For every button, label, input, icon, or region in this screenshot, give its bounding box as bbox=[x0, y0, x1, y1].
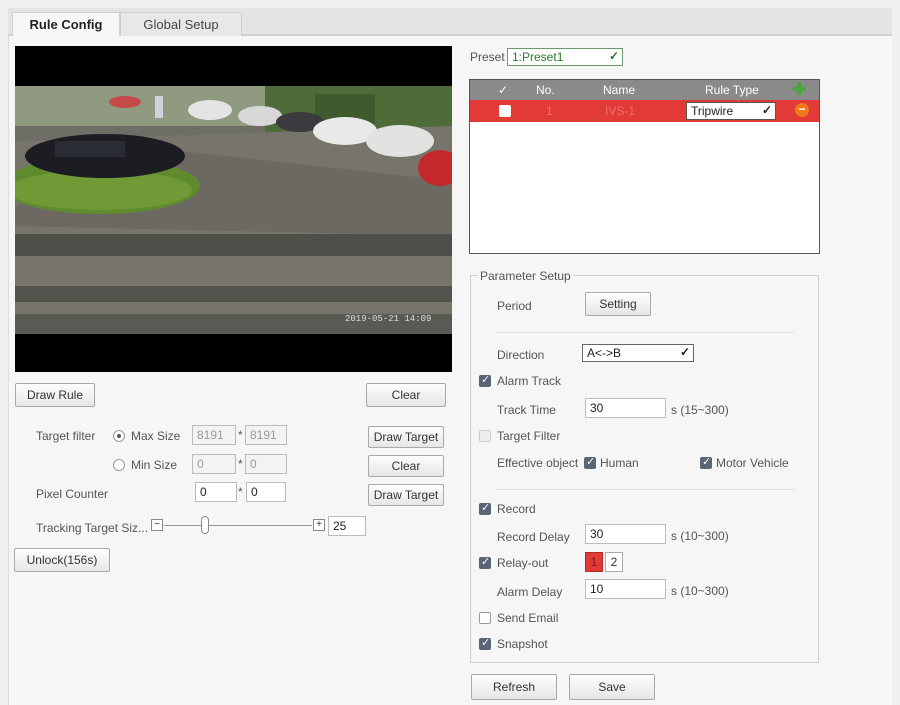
times-sign: * bbox=[238, 485, 243, 499]
max-size-radio[interactable] bbox=[113, 430, 125, 442]
track-time-label: Track Time bbox=[497, 403, 556, 417]
times-sign: * bbox=[238, 457, 243, 471]
header-check: ✓ bbox=[498, 83, 509, 97]
track-time-range: s (15~300) bbox=[671, 403, 729, 417]
period-label: Period bbox=[497, 299, 532, 313]
record-delay-range: s (10~300) bbox=[671, 529, 729, 543]
tracking-slider-thumb[interactable] bbox=[201, 516, 210, 534]
draw-target-pixel-button[interactable]: Draw Target bbox=[368, 484, 444, 506]
alarm-delay-range: s (10~300) bbox=[671, 584, 729, 598]
record-label: Record bbox=[497, 502, 536, 516]
parking-lot-image bbox=[15, 86, 452, 334]
rule-type-select[interactable]: Tripwire ✓ bbox=[686, 102, 776, 120]
chevron-down-icon: ✓ bbox=[608, 49, 619, 63]
draw-target-button[interactable]: Draw Target bbox=[368, 426, 444, 448]
times-sign: * bbox=[238, 428, 243, 442]
record-delay-label: Record Delay bbox=[497, 530, 570, 544]
divider bbox=[495, 332, 795, 333]
human-label: Human bbox=[600, 456, 639, 470]
relay-2-button[interactable]: 2 bbox=[605, 552, 623, 572]
header-rule-type: Rule Type bbox=[705, 83, 759, 97]
pixel-counter-label: Pixel Counter bbox=[36, 487, 109, 501]
chevron-down-icon: ✓ bbox=[679, 345, 690, 359]
save-button[interactable]: Save bbox=[569, 674, 655, 700]
target-filter-checkbox[interactable] bbox=[479, 430, 491, 442]
camera-scene bbox=[15, 86, 452, 334]
alarm-delay-input[interactable] bbox=[585, 579, 666, 599]
snapshot-checkbox[interactable] bbox=[479, 636, 491, 650]
track-time-input[interactable] bbox=[585, 398, 666, 418]
relay-out-checkbox[interactable] bbox=[479, 555, 491, 569]
refresh-button[interactable]: Refresh bbox=[471, 674, 557, 700]
video-preview[interactable]: 2019-05-21 14:09 bbox=[15, 46, 452, 372]
rule-table: ✓ No. Name Rule Type ✚ 1 IVS-1 Tripwire … bbox=[469, 79, 820, 254]
row-checkbox[interactable] bbox=[499, 103, 511, 117]
chevron-down-icon: ✓ bbox=[761, 103, 772, 117]
draw-rule-button[interactable]: Draw Rule bbox=[15, 383, 95, 407]
max-size-label: Max Size bbox=[131, 429, 181, 443]
row-number: 1 bbox=[546, 104, 553, 118]
header-name: Name bbox=[603, 83, 636, 97]
preset-label: Preset bbox=[470, 50, 505, 64]
period-setting-button[interactable]: Setting bbox=[585, 292, 651, 316]
preset-select[interactable]: 1:Preset1 ✓ bbox=[507, 48, 623, 66]
relay-out-label: Relay-out bbox=[497, 556, 549, 570]
record-checkbox[interactable] bbox=[479, 501, 491, 515]
tracking-target-size-label: Tracking Target Siz... bbox=[36, 521, 149, 535]
min-size-label: Min Size bbox=[131, 458, 178, 472]
alarm-track-checkbox[interactable] bbox=[479, 373, 491, 387]
parameter-setup-legend: Parameter Setup bbox=[478, 269, 573, 283]
clear-rule-button[interactable]: Clear bbox=[366, 383, 446, 407]
minus-icon[interactable]: − bbox=[151, 519, 163, 531]
pixel-height-input[interactable] bbox=[246, 482, 286, 502]
unlock-button[interactable]: Unlock(156s) bbox=[14, 548, 110, 572]
add-rule-icon[interactable]: ✚ bbox=[792, 80, 806, 100]
pixel-width-input[interactable] bbox=[195, 482, 237, 502]
send-email-label: Send Email bbox=[497, 611, 559, 625]
rule-table-header: ✓ No. Name Rule Type ✚ bbox=[470, 80, 819, 100]
max-height-input[interactable] bbox=[245, 425, 287, 445]
target-filter-param-label: Target Filter bbox=[497, 429, 561, 443]
tracking-slider-track[interactable] bbox=[164, 525, 312, 526]
min-height-input[interactable] bbox=[245, 454, 287, 474]
min-size-radio[interactable] bbox=[113, 459, 125, 471]
clear-target-button[interactable]: Clear bbox=[368, 455, 444, 477]
tab-global-setup[interactable]: Global Setup bbox=[120, 12, 242, 38]
tab-bar: Rule Config Global Setup bbox=[8, 8, 892, 40]
target-filter-label: Target filter bbox=[36, 429, 96, 443]
human-checkbox[interactable] bbox=[584, 455, 596, 469]
tracking-size-input[interactable] bbox=[328, 516, 366, 536]
header-no: No. bbox=[536, 83, 555, 97]
relay-1-button[interactable]: 1 bbox=[585, 552, 603, 572]
min-width-input[interactable] bbox=[192, 454, 236, 474]
motor-vehicle-checkbox[interactable] bbox=[700, 455, 712, 469]
table-row[interactable]: 1 IVS-1 Tripwire ✓ − bbox=[470, 100, 819, 122]
direction-select[interactable]: A<->B ✓ bbox=[582, 344, 694, 362]
max-width-input[interactable] bbox=[192, 425, 236, 445]
send-email-checkbox[interactable] bbox=[479, 612, 491, 624]
video-timestamp: 2019-05-21 14:09 bbox=[345, 314, 432, 324]
row-name: IVS-1 bbox=[605, 104, 636, 118]
divider bbox=[495, 489, 795, 490]
alarm-delay-label: Alarm Delay bbox=[497, 585, 563, 599]
snapshot-label: Snapshot bbox=[497, 637, 548, 651]
plus-icon[interactable]: + bbox=[313, 519, 325, 531]
motor-vehicle-label: Motor Vehicle bbox=[716, 456, 789, 470]
direction-label: Direction bbox=[497, 348, 545, 362]
effective-object-label: Effective object bbox=[497, 456, 579, 470]
remove-rule-icon[interactable]: − bbox=[795, 103, 809, 117]
record-delay-input[interactable] bbox=[585, 524, 666, 544]
alarm-track-label: Alarm Track bbox=[497, 374, 562, 388]
